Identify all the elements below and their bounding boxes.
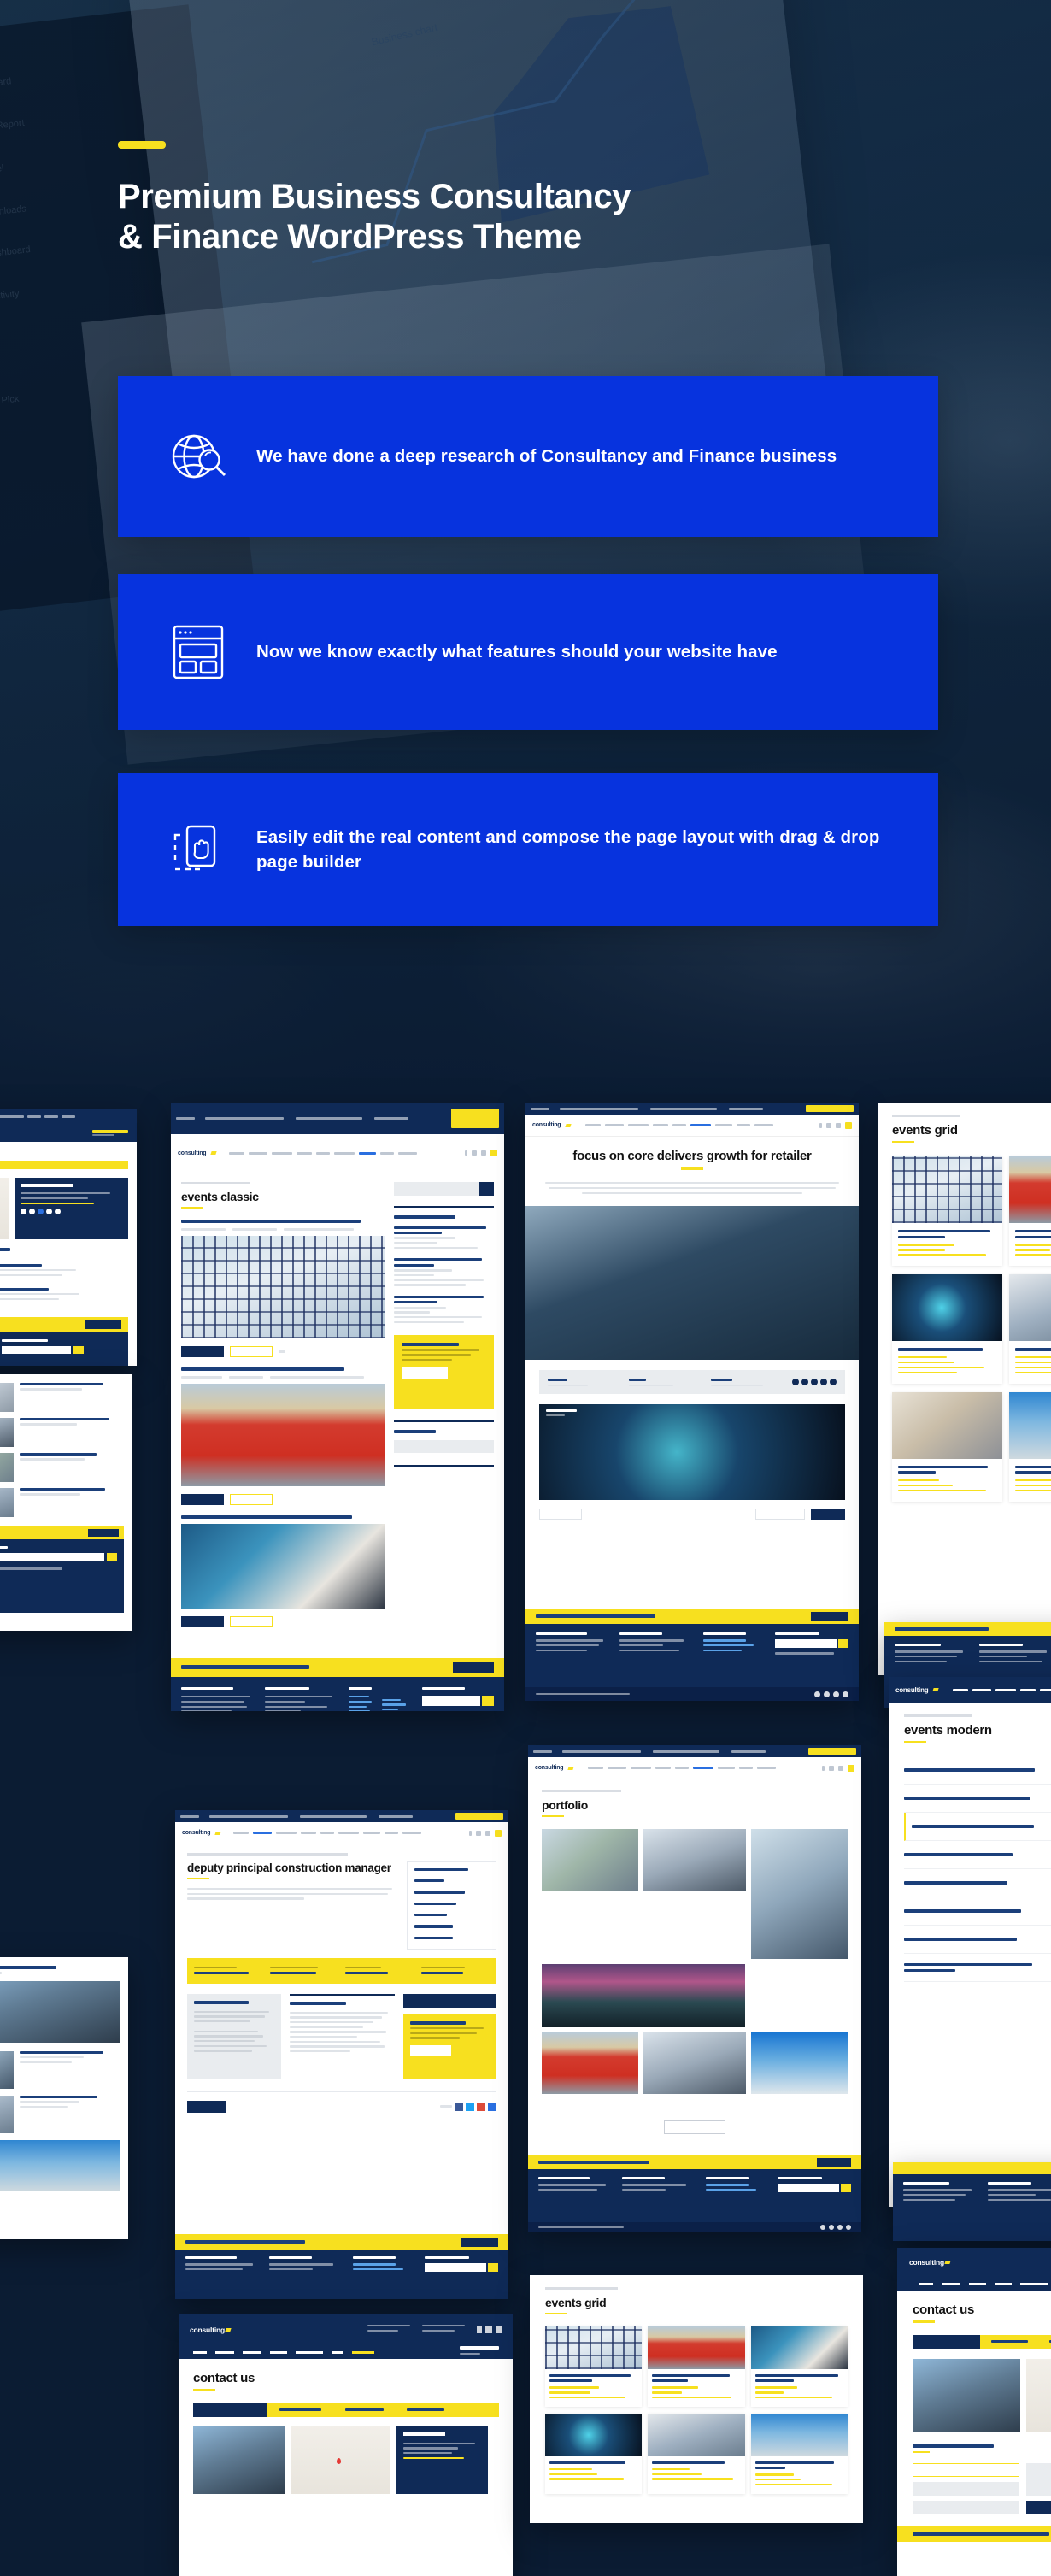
screenshot-contact-us-form[interactable]: consulting contact us	[897, 2248, 1051, 2576]
screenshot-contact-us-left[interactable]	[0, 1109, 137, 1366]
screenshot-left-cases[interactable]	[0, 1957, 128, 2239]
site-logo[interactable]: consulting	[178, 1150, 207, 1156]
hero-overlay	[0, 0, 1051, 1103]
site-logo[interactable]: consulting	[190, 2326, 225, 2334]
hero-accent-bar	[118, 141, 166, 149]
screenshot-page-title: focus on core delivers growth for retail…	[572, 1149, 812, 1163]
screenshot-page-title: events grid	[892, 1122, 958, 1138]
screenshot-page-title: events grid	[545, 2295, 607, 2309]
screenshot-events-grid-right[interactable]: events grid	[878, 1103, 1051, 1675]
feature-card-features[interactable]: Now we know exactly what features should…	[118, 574, 938, 730]
screenshot-portfolio-grid[interactable]: consulting portfolio	[528, 1745, 861, 2232]
feature-card-text: We have done a deep research of Consulta…	[256, 446, 837, 467]
site-logo[interactable]: consulting	[182, 1830, 211, 1836]
screenshot-careers-single[interactable]: consulting deputy principal construction…	[175, 1810, 508, 2299]
feature-card-research[interactable]: We have done a deep research of Consulta…	[118, 376, 938, 537]
hero-background-photo: Dashboard Sales Report Funnel Downloads …	[0, 0, 1051, 1103]
screenshot-events-modern[interactable]: consulting events modern	[889, 1677, 1051, 2207]
screenshot-page-title: deputy principal construction manager	[187, 1861, 391, 1874]
site-logo[interactable]: consulting	[532, 1122, 561, 1128]
hero-section: Dashboard Sales Report Funnel Downloads …	[0, 0, 1051, 1103]
feature-card-text: Now we know exactly what features should…	[256, 642, 778, 662]
screenshot-page-title: events modern	[904, 1722, 992, 1738]
screenshot-contact-us-bottom[interactable]: consulting contact us	[179, 2314, 513, 2576]
browser-layout-icon	[147, 621, 250, 683]
hero-title-line-1: Premium Business Consultancy	[118, 178, 631, 215]
screenshot-mosaic: consulting events classic consulting dep…	[0, 1103, 1051, 2576]
screenshot-page-title: contact us	[193, 2371, 255, 2385]
screenshot-page-title: contact us	[913, 2303, 975, 2317]
screenshot-events-grid-bottom[interactable]: events grid	[530, 2275, 863, 2523]
screenshot-portfolio-single[interactable]: consulting focus on core delivers growth…	[526, 1103, 859, 1701]
drag-drop-hand-icon	[147, 818, 250, 881]
screenshot-left-blog-list[interactable]	[0, 1374, 132, 1631]
site-logo[interactable]: consulting	[895, 1686, 929, 1694]
hero-title-line-2: & Finance WordPress Theme	[118, 218, 582, 256]
screenshot-page-title: portfolio	[542, 1797, 589, 1812]
feature-card-text: Easily edit the real content and compose…	[256, 826, 880, 872]
screenshot-events-classic[interactable]: consulting events classic	[171, 1103, 504, 1711]
screenshot-sidebar[interactable]	[393, 1181, 494, 1650]
site-nav[interactable]: consulting	[171, 1134, 504, 1173]
globe-search-icon	[147, 423, 250, 490]
site-topbar[interactable]	[171, 1103, 504, 1135]
screenshot-page-title: events classic	[181, 1190, 259, 1204]
screenshot-events-modern-footer[interactable]	[893, 2162, 1051, 2241]
site-logo[interactable]: consulting	[535, 1765, 564, 1771]
site-logo[interactable]: consulting	[909, 2258, 944, 2267]
page-title: Premium Business Consultancy & Finance W…	[118, 177, 887, 257]
feature-card-builder[interactable]: Easily edit the real content and compose…	[118, 773, 938, 926]
